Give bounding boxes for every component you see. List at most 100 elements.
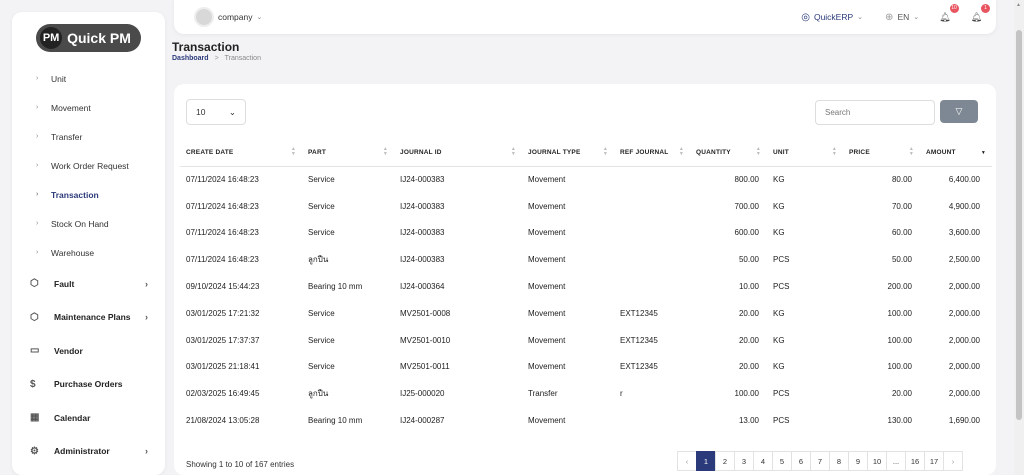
sidebar-item-warehouse[interactable]: › Warehouse [12,238,165,267]
page-size-select[interactable]: 10 ⌄ [186,99,246,125]
sort-icon[interactable]: ▲ ▼ [679,147,684,157]
logo[interactable]: PM Quick PM [12,12,165,64]
pagination-page-4[interactable]: 4 [753,451,773,471]
table-row[interactable]: 07/11/2024 16:48:23 Service IJ24-000383 Mov… [180,166,992,193]
column-header-price[interactable]: PRICE ▲ ▼ [843,139,920,166]
sidebar-item-purchase-orders[interactable]: $ Purchase Orders [12,368,165,402]
breadcrumb-current: Transaction [224,55,261,62]
pagination-page-1[interactable]: 1 [696,451,716,471]
table-cell: 09/10/2024 15:44:23 [186,282,260,292]
sidebar-item-work-order-request[interactable]: › Work Order Request [12,151,165,180]
sort-desc-icon[interactable]: ▼ [981,151,986,156]
table-cell: r [620,389,623,399]
pagination-prev-button[interactable]: ‹ [677,451,697,471]
sidebar-item-calendar[interactable]: ▦ Calendar [12,401,165,435]
sidebar-item-transaction[interactable]: › Transaction [12,180,165,209]
pagination-page-2[interactable]: 2 [715,451,735,471]
notifications-button[interactable]: 🔔︎ 10 [939,3,959,23]
table-cell: ลูกปืน [308,255,329,265]
table-row[interactable]: 21/08/2024 13:05:28 Bearing 10 mm IJ24-000… [180,407,992,434]
table-cell: EXT12345 [620,335,658,345]
table-row[interactable]: 07/11/2024 16:48:23 Service IJ24-000383 Mov… [180,193,992,220]
app-switcher[interactable]: ◎ QuickERP ⌄ [801,12,863,23]
table-cell [614,407,690,434]
bullet-icon: › [36,75,39,82]
table-cell: Service [308,362,335,372]
sidebar-item-movement[interactable]: › Movement [12,93,165,122]
pagination: ‹ 1 2 3 4 5 6 7 8 9 10... 16 17 › [677,451,963,471]
table-cell: KG [773,335,785,345]
alerts-button[interactable]: 🔔︎ 1 [971,3,990,23]
table-cell: 50.00 [738,255,759,265]
page-scrollbar[interactable]: ▲ [1014,0,1024,475]
sidebar-main-menu: ⬡ Fault › ⬡ Maintenance Plans › ▭ Vendor $ Purcha… [12,267,165,468]
table-cell: 70.00 [891,201,912,211]
column-header-create-date[interactable]: CREATE DATE ▲ ▼ [180,139,302,166]
table-cell: Bearing 10 mm [308,282,363,292]
table-cell: Service [308,201,335,211]
card-icon: ▭ [30,345,40,357]
table-cell: KG [773,175,785,185]
table-header-row: CREATE DATE ▲ ▼ PART ▲ ▼ JOURNAL ID ▲ ▼ JOURNAL T… [180,139,992,166]
column-header-unit[interactable]: UNIT ▲ ▼ [767,139,843,166]
table-cell: Movement [528,308,566,318]
table-row[interactable]: 02/03/2025 16:49:45 ลูกปืน IJ25-000020 Tran… [180,380,992,407]
filter-button[interactable]: ▽ [940,100,978,123]
pagination-page-17[interactable]: 17 [924,451,944,471]
column-header-ref-journal[interactable]: REF JOURNAL ▲ ▼ [614,139,690,166]
sidebar-item-unit[interactable]: › Unit [12,64,165,93]
company-selector[interactable]: company [218,12,253,22]
scrollbar-thumb[interactable] [1016,30,1022,420]
table-cell: IJ24-000383 [400,175,445,185]
table-cell: 20.00 [738,335,759,345]
sort-icon[interactable]: ▲ ▼ [511,147,516,157]
pagination-page-3[interactable]: 3 [734,451,754,471]
table-cell: Movement [528,201,566,211]
column-header-journal-id[interactable]: JOURNAL ID ▲ ▼ [394,139,522,166]
scroll-up-arrow-icon[interactable]: ▲ [1016,2,1021,8]
pagination-page-5[interactable]: 5 [772,451,792,471]
sort-icon[interactable]: ▲ ▼ [603,147,608,157]
breadcrumb-dashboard-link[interactable]: Dashboard [172,55,209,62]
pagination-page-9[interactable]: 9 [848,451,868,471]
sidebar-item-fault[interactable]: ⬡ Fault › [12,267,165,301]
sort-icon[interactable]: ▲ ▼ [756,147,761,157]
language-label: EN [897,12,910,22]
table-cell [614,246,690,273]
sort-icon[interactable]: ▲ ▼ [291,147,296,157]
table-row[interactable]: 07/11/2024 16:48:23 ลูกปืน IJ24-000383 Move… [180,246,992,273]
sidebar-item-vendor[interactable]: ▭ Vendor [12,334,165,368]
sidebar-item-maintenance-plans[interactable]: ⬡ Maintenance Plans › [12,301,165,335]
table-body: 07/11/2024 16:48:23 Service IJ24-000383 Mov… [180,166,992,434]
sort-icon[interactable]: ▲ ▼ [383,147,388,157]
table-row[interactable]: 07/11/2024 16:48:23 Service IJ24-000383 Mov… [180,220,992,247]
avatar[interactable] [194,7,214,27]
column-header-journal-type[interactable]: JOURNAL TYPE ▲ ▼ [522,139,614,166]
column-header-amount[interactable]: AMOUNT ▼ [920,139,992,166]
table-row[interactable]: 03/01/2025 17:37:37 Service MV2501-0010 Mov… [180,327,992,354]
table-row[interactable]: 03/01/2025 21:18:41 Service MV2501-0011 Mov… [180,354,992,381]
table-cell: Service [308,335,335,345]
sort-icon[interactable]: ▲ ▼ [832,147,837,157]
sidebar-item-stock-on-hand[interactable]: › Stock On Hand [12,209,165,238]
pagination-page-7[interactable]: 7 [810,451,830,471]
pagination-page-6[interactable]: 6 [791,451,811,471]
pagination-page-16[interactable]: 16 [905,451,925,471]
breadcrumb: Dashboard > Transaction [172,55,261,62]
table-cell: KG [773,228,785,238]
column-header-quantity[interactable]: QUANTITY ▲ ▼ [690,139,767,166]
sidebar-item-administrator[interactable]: ⚙ Administrator › [12,435,165,469]
sidebar-item-transfer[interactable]: › Transfer [12,122,165,151]
sort-icon[interactable]: ▲ ▼ [909,147,914,157]
pagination-next-button[interactable]: › [943,451,963,471]
sidebar-item-label: Warehouse [51,247,95,258]
language-selector[interactable]: ⊕ EN ⌄ [885,12,919,23]
pagination-page-10[interactable]: 10 [867,451,887,471]
search-input[interactable] [815,100,935,125]
bell-icon: 🔔︎ [939,11,951,22]
sidebar-item-label: Work Order Request [51,160,129,171]
pagination-page-8[interactable]: 8 [829,451,849,471]
column-header-part[interactable]: PART ▲ ▼ [302,139,394,166]
table-row[interactable]: 09/10/2024 15:44:23 Bearing 10 mm IJ24-000… [180,273,992,300]
table-row[interactable]: 03/01/2025 17:21:32 Service MV2501-0008 Mov… [180,300,992,327]
